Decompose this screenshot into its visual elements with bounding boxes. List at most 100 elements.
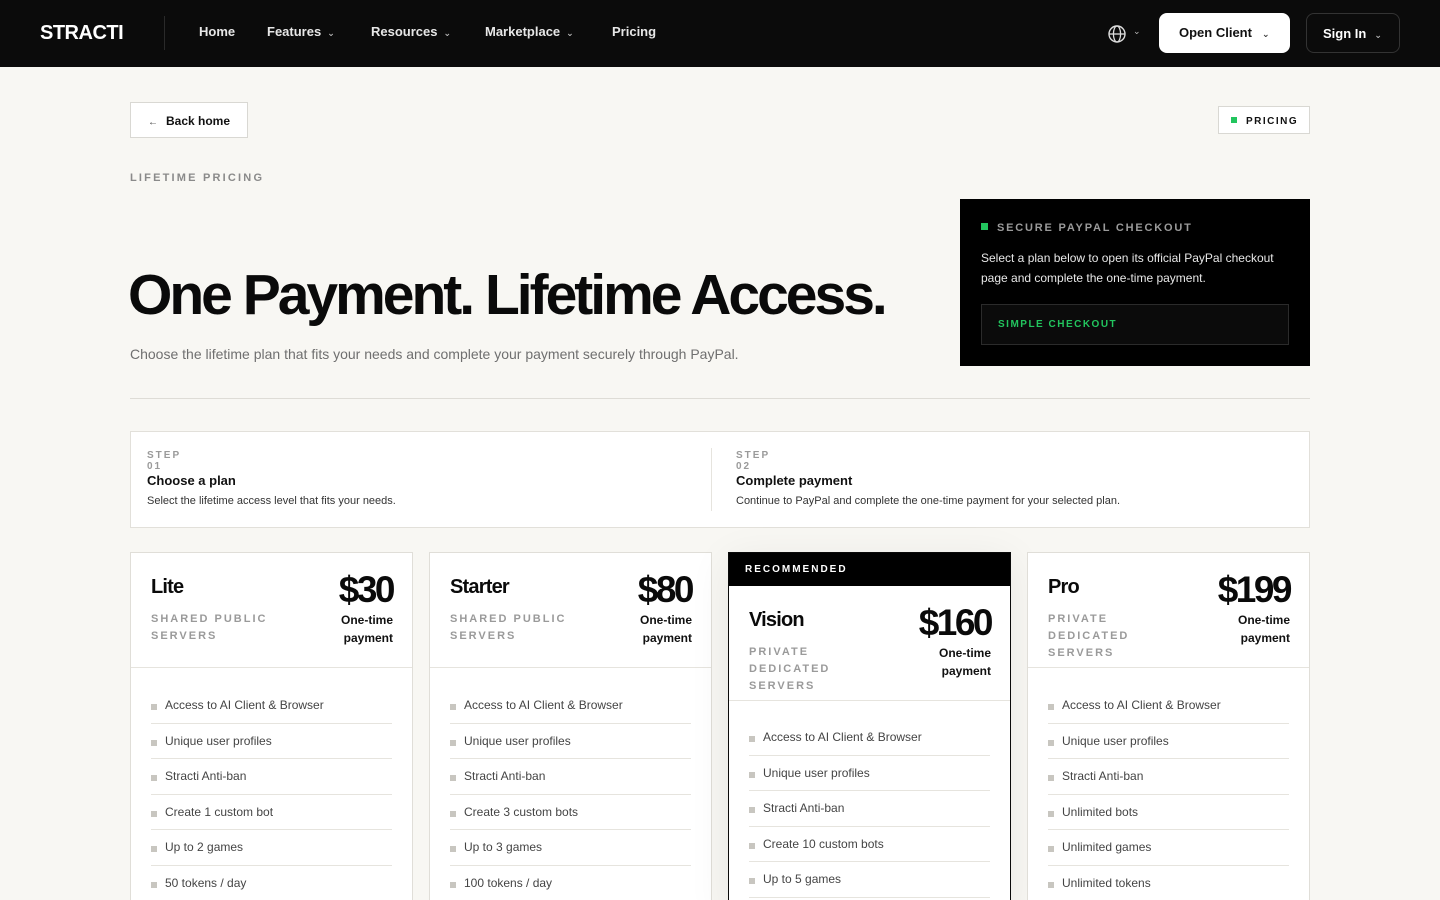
checkout-heading: SECURE PAYPAL CHECKOUT <box>981 222 1193 234</box>
bullet-icon <box>450 704 456 710</box>
bullet-icon <box>151 846 157 853</box>
plan-header: Pro PRIVATE DEDICATED SERVERS $199 One-t… <box>1028 553 1309 668</box>
chevron-down-icon: ⌄ <box>1374 30 1382 40</box>
feature-item: Unique user profiles <box>151 724 392 760</box>
status-dot-icon <box>1231 117 1237 123</box>
plan-card-starter[interactable]: Starter SHARED PUBLIC SERVERS $80 One-ti… <box>429 552 712 900</box>
bullet-icon <box>151 810 157 817</box>
chevron-down-icon: ⌄ <box>1261 29 1270 39</box>
bullet-icon <box>749 807 755 814</box>
bullet-icon <box>450 846 456 853</box>
feature-item: Up to 2 games <box>151 830 392 866</box>
globe-icon[interactable] <box>1107 24 1127 44</box>
feature-item: Create 10 custom bots <box>749 827 990 863</box>
plan-card-lite[interactable]: Lite SHARED PUBLIC SERVERS $30 One-time … <box>130 552 413 900</box>
logo[interactable]: STRACTI <box>40 22 124 45</box>
feature-item: Unlimited tokens <box>1048 866 1289 900</box>
back-home-button[interactable]: ← Back home <box>130 102 248 138</box>
plan-name: Vision <box>749 609 805 631</box>
feature-item: Stracti Anti-ban <box>749 791 990 827</box>
bullet-icon <box>151 881 157 888</box>
plan-tier: SHARED PUBLIC SERVERS <box>450 613 567 642</box>
recommended-badge: RECOMMENDED <box>729 553 1010 586</box>
bullet-icon <box>1048 846 1054 853</box>
hero-subtitle: Choose the lifetime plan that fits your … <box>130 346 739 362</box>
plan-card-pro[interactable]: Pro PRIVATE DEDICATED SERVERS $199 One-t… <box>1027 552 1310 900</box>
plan-price: $30 <box>338 569 396 610</box>
feature-item: Unlimited games <box>1048 830 1289 866</box>
nav-link-resources[interactable]: Resources ⌄ <box>371 24 451 39</box>
section-divider <box>130 398 1310 399</box>
feature-item: Unlimited bots <box>1048 795 1289 831</box>
plan-payment-type: One-time payment <box>1237 613 1290 645</box>
bullet-icon <box>450 810 456 817</box>
plan-tier: SHARED PUBLIC SERVERS <box>151 613 268 642</box>
step-description: Continue to PayPal and complete the one-… <box>736 495 1121 507</box>
checkout-panel: SECURE PAYPAL CHECKOUT Select a plan bel… <box>960 199 1310 366</box>
simple-checkout-button[interactable]: SIMPLE CHECKOUT <box>981 304 1289 345</box>
hero-eyebrow: LIFETIME PRICING <box>130 172 265 184</box>
arrow-left-icon: ← <box>148 117 158 128</box>
feature-list: Access to AI Client & Browser Unique use… <box>749 720 990 898</box>
plan-card-vision[interactable]: RECOMMENDED Vision PRIVATE DEDICATED SER… <box>728 552 1011 900</box>
bullet-icon <box>1048 704 1054 710</box>
plan-name: Pro <box>1048 576 1080 598</box>
nav-link-home[interactable]: Home <box>199 24 235 39</box>
feature-list: Access to AI Client & Browser Unique use… <box>1048 688 1289 900</box>
pricing-tag: PRICING <box>1218 106 1310 134</box>
nav-divider <box>164 16 165 50</box>
step-divider <box>711 448 712 511</box>
feature-item: Up to 5 games <box>749 862 990 898</box>
feature-item: Unique user profiles <box>1048 724 1289 760</box>
bullet-icon <box>1048 881 1054 888</box>
feature-item: Access to AI Client & Browser <box>749 720 990 756</box>
feature-item: Up to 3 games <box>450 830 691 866</box>
plan-payment-type: One-time payment <box>639 613 692 645</box>
feature-item: Stracti Anti-ban <box>450 759 691 795</box>
feature-item: Access to AI Client & Browser <box>151 688 392 724</box>
feature-item: Unique user profiles <box>450 724 691 760</box>
step-number: STEP 01 <box>147 450 181 472</box>
top-nav: STRACTI Home Features ⌄ Resources ⌄ Market… <box>0 0 1440 67</box>
bullet-icon <box>749 771 755 778</box>
plan-payment-type: One-time payment <box>340 613 393 645</box>
bullet-icon <box>450 739 456 746</box>
plan-tier: PRIVATE DEDICATED SERVERS <box>1048 613 1130 659</box>
feature-item: 100 tokens / day <box>450 866 691 900</box>
step-description: Select the lifetime access level that fi… <box>147 495 396 507</box>
status-dot-icon <box>981 223 988 230</box>
bullet-icon <box>450 881 456 888</box>
plan-header: Lite SHARED PUBLIC SERVERS $30 One-time … <box>131 553 412 668</box>
plan-header: Vision PRIVATE DEDICATED SERVERS $160 On… <box>729 586 1010 701</box>
feature-list: Access to AI Client & Browser Unique use… <box>151 688 392 900</box>
plan-price: $80 <box>637 569 695 610</box>
open-client-button[interactable]: Open Client ⌄ <box>1159 13 1290 53</box>
plan-header: Starter SHARED PUBLIC SERVERS $80 One-ti… <box>430 553 711 668</box>
feature-list: Access to AI Client & Browser Unique use… <box>450 688 691 900</box>
bullet-icon <box>1048 810 1054 817</box>
feature-item: Access to AI Client & Browser <box>1048 688 1289 724</box>
nav-link-pricing[interactable]: Pricing <box>612 24 656 39</box>
plan-name: Starter <box>450 576 510 598</box>
step-title: Choose a plan <box>147 473 236 488</box>
page-title: One Payment. Lifetime Access. <box>128 263 888 327</box>
bullet-icon <box>151 775 157 782</box>
checkout-text: Select a plan below to open its official… <box>981 251 1274 285</box>
feature-item: Stracti Anti-ban <box>1048 759 1289 795</box>
bullet-icon <box>1048 775 1054 782</box>
bullet-icon <box>151 739 157 746</box>
bullet-icon <box>151 704 157 710</box>
steps-panel: STEP 01 Choose a plan Select the lifetim… <box>130 431 1310 528</box>
bullet-icon <box>450 775 456 782</box>
chevron-down-icon: ⌄ <box>443 28 452 38</box>
chevron-down-icon: ⌄ <box>566 28 574 38</box>
nav-link-marketplace[interactable]: Marketplace ⌄ <box>485 24 574 39</box>
feature-item: 50 tokens / day <box>151 866 392 900</box>
nav-link-features[interactable]: Features ⌄ <box>267 24 335 39</box>
sign-in-button[interactable]: Sign In ⌄ <box>1306 13 1400 53</box>
feature-item: Unique user profiles <box>749 756 990 792</box>
feature-item: Create 3 custom bots <box>450 795 691 831</box>
bullet-icon <box>749 736 755 742</box>
bullet-icon <box>749 878 755 885</box>
chevron-down-icon: ⌄ <box>1133 26 1141 36</box>
